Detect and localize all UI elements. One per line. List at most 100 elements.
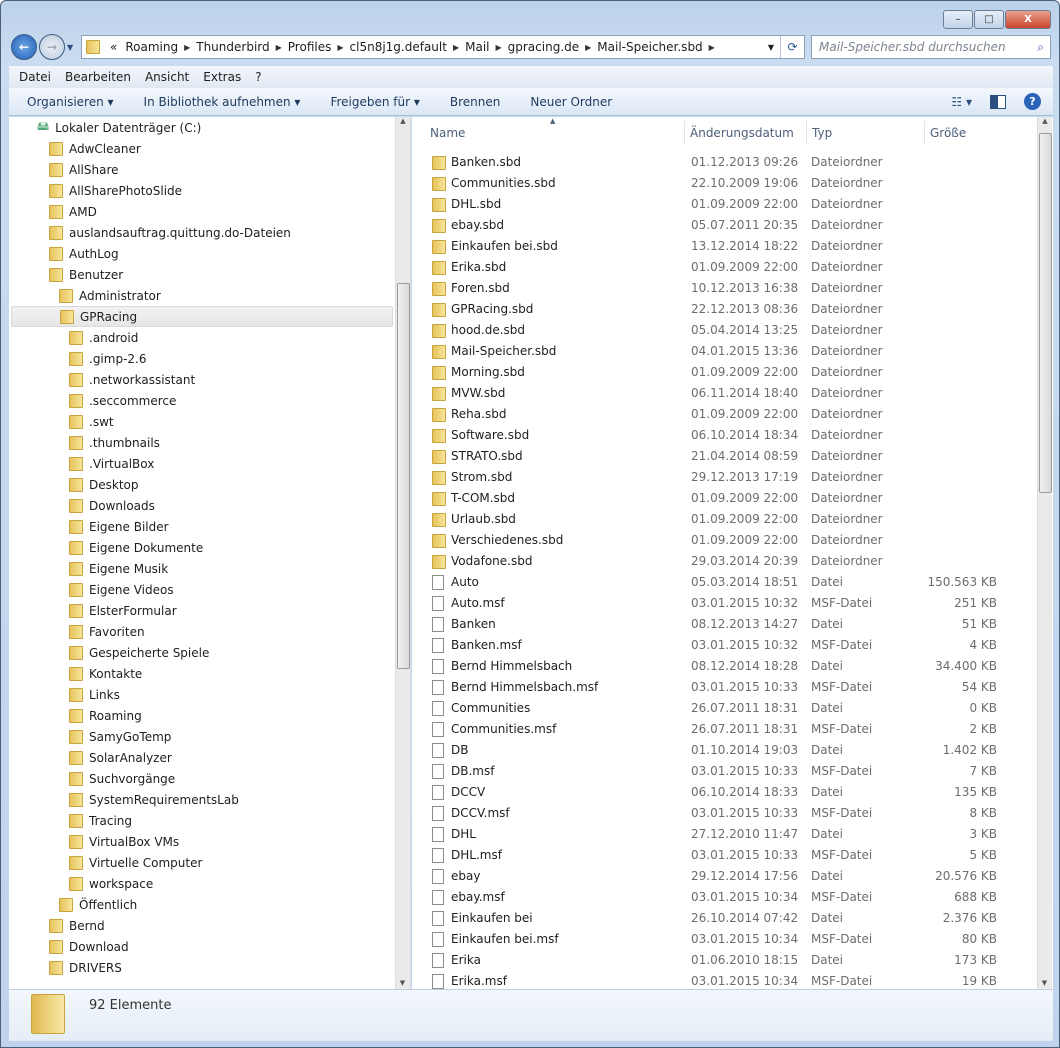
breadcrumb-item[interactable]: Thunderbird [192, 40, 273, 54]
chevron-right-icon[interactable]: ▶ [335, 43, 345, 52]
file-row[interactable]: Communities.sbd 22.10.2009 19:06 Dateiordn… [412, 173, 1032, 194]
tree-item[interactable]: Links [69, 684, 120, 705]
file-row[interactable]: GPRacing.sbd 22.12.2013 08:36 Dateiordner [412, 299, 1032, 320]
file-row[interactable]: Banken.msf 03.01.2015 10:32 MSF-Datei 4 KB [412, 635, 1032, 656]
menu-item[interactable]: Extras [203, 70, 241, 84]
tree-item[interactable]: .android [69, 327, 138, 348]
file-row[interactable]: Morning.sbd 01.09.2009 22:00 Dateiordner [412, 362, 1032, 383]
file-row[interactable]: Einkaufen bei.msf 03.01.2015 10:34 MSF-Dat… [412, 929, 1032, 950]
tree-item[interactable]: SolarAnalyzer [69, 747, 172, 768]
tree-item[interactable]: GPRacing [11, 306, 393, 327]
minimize-button[interactable]: – [943, 10, 973, 29]
file-row[interactable]: Verschiedenes.sbd 01.09.2009 22:00 Dateior… [412, 530, 1032, 551]
tree-item[interactable]: Benutzer [49, 264, 123, 285]
chevron-right-icon[interactable]: ▶ [451, 43, 461, 52]
file-row[interactable]: Software.sbd 06.10.2014 18:34 Dateiordner [412, 425, 1032, 446]
tree-item[interactable]: .VirtualBox [69, 453, 154, 474]
tree-item[interactable]: Bernd [49, 915, 105, 936]
tree-item[interactable]: Virtuelle Computer [69, 852, 202, 873]
file-row[interactable]: Foren.sbd 10.12.2013 16:38 Dateiordner [412, 278, 1032, 299]
file-row[interactable]: DHL.msf 03.01.2015 10:33 MSF-Datei 5 KB [412, 845, 1032, 866]
tree-item[interactable]: AdwCleaner [49, 138, 141, 159]
tree-item[interactable]: .seccommerce [69, 390, 176, 411]
file-row[interactable]: Strom.sbd 29.12.2013 17:19 Dateiordner [412, 467, 1032, 488]
file-row[interactable]: T-COM.sbd 01.09.2009 22:00 Dateiordner [412, 488, 1032, 509]
tree-item[interactable]: Kontakte [69, 663, 142, 684]
breadcrumb-item[interactable]: Roaming [121, 40, 182, 54]
file-row[interactable]: Urlaub.sbd 01.09.2009 22:00 Dateiordner [412, 509, 1032, 530]
new-folder-button[interactable]: Neuer Ordner [530, 95, 612, 109]
tree-item[interactable]: Eigene Dokumente [69, 537, 203, 558]
breadcrumb-overflow[interactable]: « [106, 40, 121, 54]
file-row[interactable]: DB 01.10.2014 19:03 Datei 1.402 KB [412, 740, 1032, 761]
file-row[interactable]: ebay.sbd 05.07.2011 20:35 Dateiordner [412, 215, 1032, 236]
tree-item[interactable]: VirtualBox VMs [69, 831, 179, 852]
preview-pane-icon[interactable] [990, 94, 1006, 109]
tree-item[interactable]: Öffentlich [59, 894, 137, 915]
tree-item[interactable]: workspace [69, 873, 153, 894]
organize-button[interactable]: Organisieren ▾ [27, 95, 114, 109]
tree-item[interactable]: .swt [69, 411, 114, 432]
tree-item[interactable]: AllShare [49, 159, 119, 180]
tree-item[interactable]: Roaming [69, 705, 142, 726]
help-icon[interactable]: ? [1024, 93, 1041, 110]
breadcrumb-item[interactable]: cl5n8j1g.default [346, 40, 451, 54]
tree-item[interactable]: 🖴 Lokaler Datenträger (C:) [37, 117, 201, 138]
column-header-type[interactable]: Typ [806, 121, 924, 145]
breadcrumb-item[interactable]: Profiles [284, 40, 336, 54]
file-row[interactable]: Einkaufen bei 26.10.2014 07:42 Datei 2.376 … [412, 908, 1032, 929]
chevron-right-icon[interactable]: ▶ [182, 43, 192, 52]
chevron-right-icon[interactable]: ▶ [493, 43, 503, 52]
column-header-name[interactable]: Name ▲ [430, 117, 684, 145]
menu-item[interactable]: Ansicht [145, 70, 189, 84]
tree-scrollbar-thumb[interactable] [397, 283, 410, 669]
tree-item[interactable]: Download [49, 936, 129, 957]
chevron-right-icon[interactable]: ▶ [274, 43, 284, 52]
include-in-library-button[interactable]: In Bibliothek aufnehmen ▾ [144, 95, 301, 109]
tree-item[interactable]: Tracing [69, 810, 132, 831]
tree-item[interactable]: Eigene Musik [69, 558, 168, 579]
tree-item[interactable]: Administrator [59, 285, 161, 306]
file-row[interactable]: MVW.sbd 06.11.2014 18:40 Dateiordner [412, 383, 1032, 404]
menu-item[interactable]: Datei [19, 70, 51, 84]
tree-item[interactable]: Downloads [69, 495, 155, 516]
file-row[interactable]: DCCV.msf 03.01.2015 10:33 MSF-Datei 8 KB [412, 803, 1032, 824]
file-row[interactable]: Mail-Speicher.sbd 04.01.2015 13:36 Dateior… [412, 341, 1032, 362]
share-with-button[interactable]: Freigeben für ▾ [330, 95, 419, 109]
menu-item[interactable]: Bearbeiten [65, 70, 131, 84]
file-row[interactable]: Auto.msf 03.01.2015 10:32 MSF-Datei 251 KB [412, 593, 1032, 614]
close-button[interactable]: X [1005, 10, 1051, 29]
tree-item[interactable]: Desktop [69, 474, 139, 495]
file-row[interactable]: Einkaufen bei.sbd 13.12.2014 18:22 Dateior… [412, 236, 1032, 257]
tree-item[interactable]: SamyGoTemp [69, 726, 171, 747]
file-row[interactable]: Erika.sbd 01.09.2009 22:00 Dateiordner [412, 257, 1032, 278]
file-row[interactable]: Vodafone.sbd 29.03.2014 20:39 Dateiordner [412, 551, 1032, 572]
file-row[interactable]: Banken 08.12.2013 14:27 Datei 51 KB [412, 614, 1032, 635]
back-button[interactable]: ← [11, 34, 37, 60]
view-options-icon[interactable]: ☷ ▾ [951, 95, 972, 109]
file-row[interactable]: Communities.msf 26.07.2011 18:31 MSF-Datei… [412, 719, 1032, 740]
tree-item[interactable]: AllSharePhotoSlide [49, 180, 182, 201]
file-row[interactable]: Auto 05.03.2014 18:51 Datei 150.563 KB [412, 572, 1032, 593]
column-header-size[interactable]: Größe [924, 121, 1004, 145]
search-input[interactable]: Mail-Speicher.sbd durchsuchen ⌕ [811, 35, 1051, 59]
file-row[interactable]: Erika 01.06.2010 18:15 Datei 173 KB [412, 950, 1032, 971]
tree-item[interactable]: .gimp-2.6 [69, 348, 147, 369]
file-row[interactable]: Reha.sbd 01.09.2009 22:00 Dateiordner [412, 404, 1032, 425]
tree-item[interactable]: Suchvorgänge [69, 768, 175, 789]
file-row[interactable]: Bernd Himmelsbach.msf 03.01.2015 10:33 MSF… [412, 677, 1032, 698]
tree-item[interactable]: .thumbnails [69, 432, 160, 453]
tree-item[interactable]: ElsterFormular [69, 600, 177, 621]
forward-button[interactable]: → [39, 34, 65, 60]
refresh-icon[interactable]: ⟳ [780, 36, 804, 58]
tree-item[interactable]: SystemRequirementsLab [69, 789, 239, 810]
breadcrumb-item[interactable]: gpracing.de [504, 40, 584, 54]
file-row[interactable]: DB.msf 03.01.2015 10:33 MSF-Datei 7 KB [412, 761, 1032, 782]
tree-item[interactable]: Gespeicherte Spiele [69, 642, 209, 663]
file-row[interactable]: ebay.msf 03.01.2015 10:34 MSF-Datei 688 KB [412, 887, 1032, 908]
file-row[interactable]: STRATO.sbd 21.04.2014 08:59 Dateiordner [412, 446, 1032, 467]
file-list-scrollbar[interactable]: ▲ ▼ [1037, 117, 1052, 989]
tree-item[interactable]: Eigene Videos [69, 579, 174, 600]
tree-item[interactable]: Eigene Bilder [69, 516, 169, 537]
file-row[interactable]: ebay 29.12.2014 17:56 Datei 20.576 KB [412, 866, 1032, 887]
